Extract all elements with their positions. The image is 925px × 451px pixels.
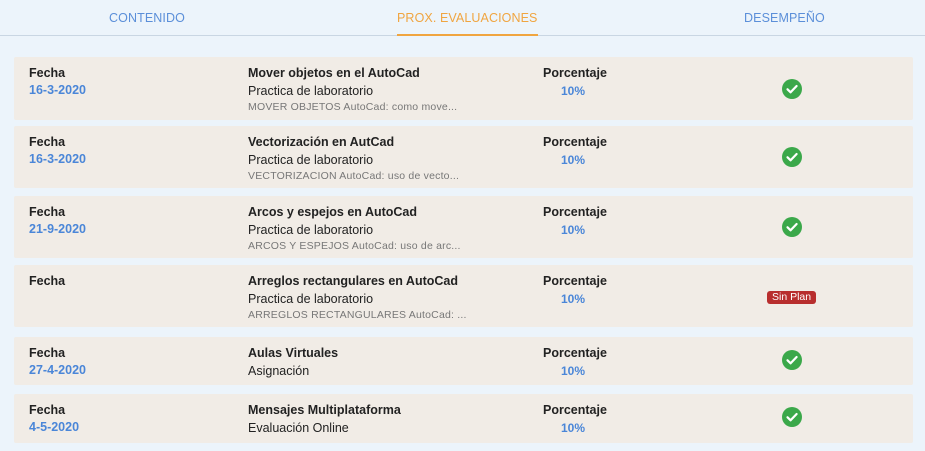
fecha-value: 16-3-2020: [29, 83, 86, 97]
evaluation-description: ARREGLOS RECTANGULARES AutoCad: ...: [248, 309, 467, 321]
evaluation-title: Arreglos rectangulares en AutoCad: [248, 274, 459, 288]
evaluation-title: Arcos y espejos en AutoCad: [248, 205, 418, 219]
evaluation-type: Evaluación Online: [248, 421, 349, 435]
porcentaje-label: Porcentaje: [543, 274, 607, 288]
porcentaje-value: 10%: [561, 292, 586, 306]
fecha-value: 4-5-2020: [29, 420, 80, 434]
porcentaje-label: Porcentaje: [543, 66, 607, 80]
evaluation-card[interactable]: Fecha 21-9-2020 Arcos y espejos en AutoCad…: [14, 196, 913, 258]
evaluation-type: Practica de laboratorio: [248, 153, 374, 167]
porcentaje-value: 10%: [561, 421, 586, 435]
fecha-value: 16-3-2020: [29, 152, 86, 166]
porcentaje-label: Porcentaje: [543, 403, 607, 417]
evaluation-title: Mensajes Multiplataforma: [248, 403, 401, 417]
check-circle-icon: [782, 147, 802, 167]
evaluation-title: Vectorización en AutCad: [248, 135, 395, 149]
porcentaje-label: Porcentaje: [543, 135, 607, 149]
evaluation-title: Aulas Virtuales: [248, 346, 339, 360]
evaluation-card[interactable]: Fecha 16-3-2020 Mover objetos en el AutoCa…: [14, 57, 913, 120]
porcentaje-label: Porcentaje: [543, 205, 607, 219]
porcentaje-value: 10%: [561, 223, 586, 237]
fecha-label: Fecha: [29, 346, 66, 360]
evaluation-card[interactable]: Fecha 16-3-2020 Vectorización en AutCad Pra…: [14, 126, 913, 188]
porcentaje-value: 10%: [561, 153, 586, 167]
fecha-label: Fecha: [29, 274, 66, 288]
tab-contenido[interactable]: CONTENIDO: [109, 0, 185, 36]
check-circle-icon: [782, 407, 802, 427]
tab-desempeno[interactable]: DESEMPEÑO: [744, 0, 825, 36]
status-indicator: [782, 407, 802, 427]
evaluation-card[interactable]: Fecha 27-4-2020 Aulas Virtuales Asignación P…: [14, 337, 913, 385]
evaluation-description: MOVER OBJETOS AutoCad: como move...: [248, 101, 458, 113]
evaluation-card[interactable]: Fecha 4-5-2020 Mensajes Multiplataforma Eva…: [14, 394, 913, 443]
check-circle-icon: [782, 79, 802, 99]
check-circle-icon: [782, 217, 802, 237]
fecha-label: Fecha: [29, 135, 66, 149]
fecha-label: Fecha: [29, 66, 66, 80]
status-indicator: [782, 147, 802, 167]
evaluation-description: ARCOS Y ESPEJOS AutoCad: uso de arc...: [248, 240, 461, 252]
fecha-value: 21-9-2020: [29, 222, 86, 236]
tab-prox-evaluaciones[interactable]: PROX. EVALUACIONES: [397, 0, 538, 36]
tab-bar: CONTENIDO PROX. EVALUACIONES DESEMPEÑO: [0, 0, 925, 36]
evaluation-title: Mover objetos en el AutoCad: [248, 66, 420, 80]
evaluation-type: Practica de laboratorio: [248, 292, 374, 306]
evaluation-type: Practica de laboratorio: [248, 223, 374, 237]
status-indicator: [782, 350, 802, 370]
status-indicator: [782, 79, 802, 99]
evaluation-type: Practica de laboratorio: [248, 84, 374, 98]
status-badge: Sin Plan: [767, 291, 817, 304]
porcentaje-value: 10%: [561, 84, 586, 98]
porcentaje-value: 10%: [561, 364, 586, 378]
fecha-value: 27-4-2020: [29, 363, 86, 377]
evaluation-description: VECTORIZACION AutoCad: uso de vecto...: [248, 170, 460, 182]
status-indicator: [782, 217, 802, 237]
evaluation-card[interactable]: Fecha Arreglos rectangulares en AutoCad Pr…: [14, 265, 913, 327]
fecha-label: Fecha: [29, 403, 66, 417]
check-circle-icon: [782, 350, 802, 370]
fecha-label: Fecha: [29, 205, 66, 219]
evaluation-type: Asignación: [248, 364, 310, 378]
porcentaje-label: Porcentaje: [543, 346, 607, 360]
